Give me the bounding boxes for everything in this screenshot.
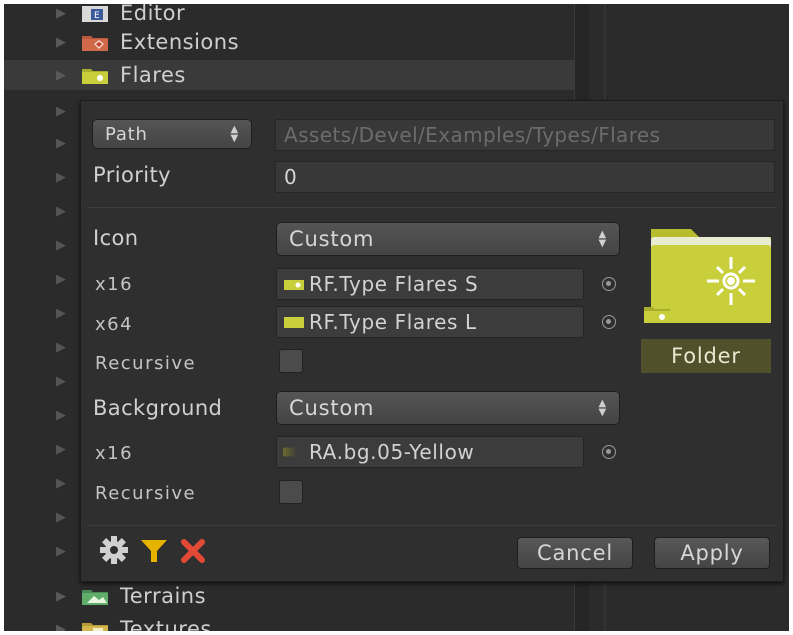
hierarchy-gutter bbox=[4, 4, 54, 631]
expand-arrow-icon[interactable]: ▶ bbox=[56, 35, 67, 50]
flares-folder-icon bbox=[82, 69, 108, 84]
flares-large-mini-icon bbox=[284, 317, 304, 328]
expand-arrow-icon[interactable]: ▶ bbox=[56, 6, 67, 21]
icon-x64-object-field[interactable]: RF.Type Flares L bbox=[276, 306, 584, 338]
tree-item-terrains[interactable]: ▶ Terrains bbox=[4, 581, 574, 611]
expand-arrow-icon[interactable]: ▶ bbox=[56, 622, 67, 632]
gear-icon[interactable] bbox=[99, 535, 129, 565]
folder-settings-panel: Path ▲ ▼ Assets/Devel/Examples/Types/Flar… bbox=[80, 100, 784, 582]
close-icon[interactable] bbox=[179, 537, 207, 565]
object-picker-icon[interactable] bbox=[602, 445, 616, 459]
updown-arrows-icon: ▲ ▼ bbox=[598, 398, 607, 418]
extensions-folder-icon bbox=[82, 36, 108, 51]
tree-item-editor[interactable]: ▶ E Editor bbox=[4, 4, 574, 28]
textures-folder-icon bbox=[82, 623, 108, 631]
priority-label: Priority bbox=[93, 163, 171, 187]
icon-mode-dropdown[interactable]: Custom ▲ ▼ bbox=[276, 222, 620, 256]
icon-x16-label: x16 bbox=[95, 274, 134, 295]
flares-small-preview-icon bbox=[644, 307, 670, 323]
background-x16-object-field[interactable]: RA.bg.05-Yellow bbox=[276, 436, 584, 468]
tree-item-textures[interactable]: ▶ Textures bbox=[4, 614, 574, 631]
cancel-button[interactable]: Cancel bbox=[517, 537, 633, 569]
path-mode-value: Path bbox=[105, 123, 148, 145]
section-divider bbox=[87, 207, 777, 208]
background-recursive-checkbox[interactable] bbox=[279, 480, 303, 504]
terrains-folder-icon bbox=[82, 590, 108, 605]
icon-label: Icon bbox=[93, 226, 139, 250]
editor-window: ▶ E Editor ▶ Extensions ▶ Flares ▶ Terra… bbox=[4, 4, 789, 631]
tree-item-label: Terrains bbox=[120, 584, 207, 608]
background-label: Background bbox=[93, 396, 223, 420]
tree-item-label: Extensions bbox=[120, 30, 240, 54]
tree-item-label: Flares bbox=[120, 63, 186, 87]
expand-arrow-icon[interactable]: ▶ bbox=[56, 589, 67, 604]
folder-preview-caption: Folder bbox=[641, 339, 771, 373]
icon-x64-value: RF.Type Flares L bbox=[309, 310, 477, 334]
icon-recursive-checkbox[interactable] bbox=[279, 349, 303, 373]
filter-icon[interactable] bbox=[139, 537, 169, 565]
icon-mode-value: Custom bbox=[289, 227, 375, 251]
tree-item-extensions[interactable]: ▶ Extensions bbox=[4, 27, 574, 57]
background-mode-dropdown[interactable]: Custom ▲ ▼ bbox=[276, 391, 620, 425]
editor-folder-icon: E bbox=[82, 6, 108, 22]
flares-folder-mini-icon bbox=[284, 280, 304, 290]
background-recursive-label: Recursive bbox=[95, 483, 197, 504]
tree-item-label: Editor bbox=[120, 4, 186, 25]
path-mode-dropdown[interactable]: Path ▲ ▼ bbox=[92, 119, 252, 149]
icon-x16-object-field[interactable]: RF.Type Flares S bbox=[276, 268, 584, 300]
updown-arrows-icon: ▲ ▼ bbox=[230, 124, 239, 144]
priority-field[interactable]: 0 bbox=[275, 161, 775, 193]
footer-divider bbox=[87, 525, 777, 526]
path-field[interactable]: Assets/Devel/Examples/Types/Flares bbox=[275, 119, 775, 151]
icon-x64-label: x64 bbox=[95, 314, 134, 335]
priority-value: 0 bbox=[284, 165, 298, 189]
svg-text:E: E bbox=[94, 11, 100, 21]
icon-recursive-label: Recursive bbox=[95, 353, 197, 374]
updown-arrows-icon: ▲ ▼ bbox=[598, 229, 607, 249]
object-picker-icon[interactable] bbox=[602, 315, 616, 329]
tree-item-label: Textures bbox=[120, 617, 212, 631]
background-x16-label: x16 bbox=[95, 443, 134, 464]
tree-item-flares[interactable]: ▶ Flares bbox=[4, 60, 574, 90]
icon-x16-value: RF.Type Flares S bbox=[309, 272, 479, 296]
apply-button[interactable]: Apply bbox=[654, 537, 770, 569]
object-picker-icon[interactable] bbox=[602, 277, 616, 291]
yellow-gradient-swatch-icon bbox=[283, 447, 297, 457]
expand-arrow-icon[interactable]: ▶ bbox=[56, 68, 67, 83]
path-value: Assets/Devel/Examples/Types/Flares bbox=[284, 123, 661, 147]
background-x16-value: RA.bg.05-Yellow bbox=[309, 440, 475, 464]
background-mode-value: Custom bbox=[289, 396, 375, 420]
